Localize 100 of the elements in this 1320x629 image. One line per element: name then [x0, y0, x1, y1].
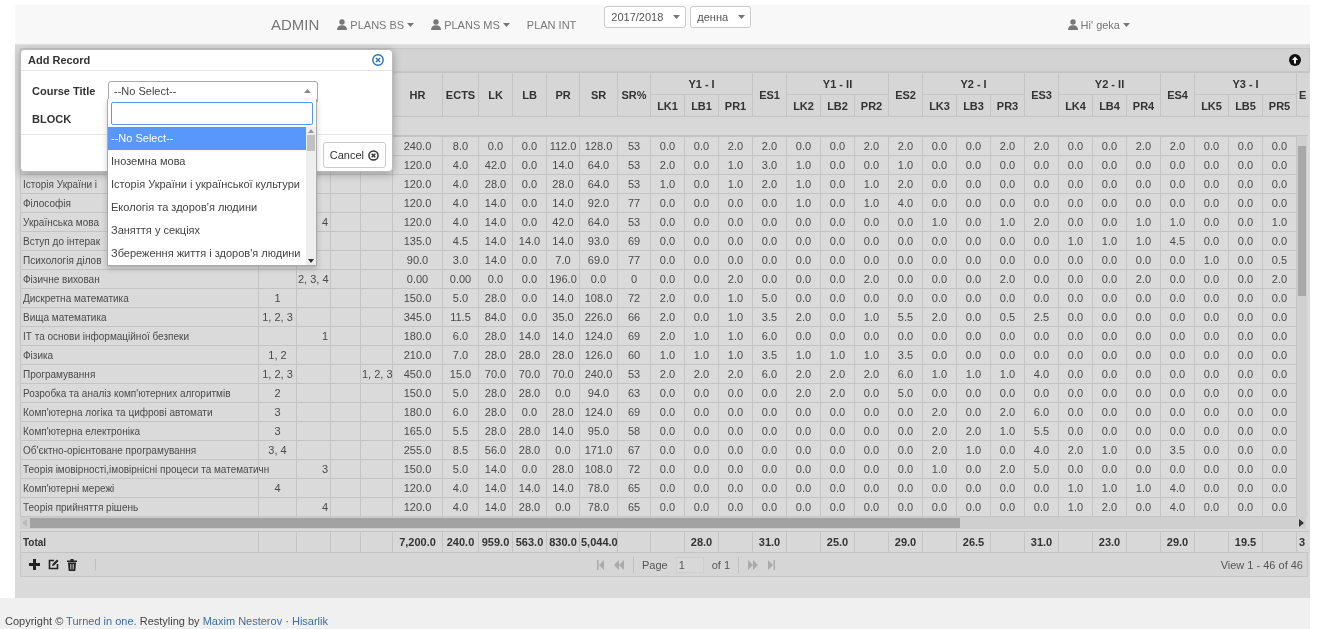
page-label: Page	[642, 558, 668, 571]
course-name: Об'єктно-орієнтоване програмування	[23, 444, 197, 456]
total-cell: 25.0	[826, 536, 849, 548]
table-cell: 4	[321, 216, 328, 228]
scroll-up-icon[interactable]	[308, 129, 314, 133]
vertical-scrollbar[interactable]	[306, 127, 316, 265]
scroll-down-icon[interactable]	[308, 259, 314, 263]
cancel-button[interactable]: Cancel	[322, 142, 386, 168]
table-cell: 2.0	[854, 136, 889, 156]
column-group-header: Y3 - I	[1194, 72, 1297, 95]
table-cell: 1, 2	[268, 349, 287, 361]
footer-link[interactable]: Maxim Nesterov	[202, 615, 283, 627]
column-header: ES2	[888, 72, 923, 117]
brand-link[interactable]: ADMIN	[271, 16, 320, 33]
table-cell: 3	[321, 463, 328, 475]
table-cell: 0.0	[684, 136, 719, 156]
footer-link[interactable]: Turned in one.	[66, 615, 137, 627]
total-cell: 959.0	[481, 536, 510, 548]
caret-icon	[738, 15, 746, 19]
next-page-icon[interactable]	[747, 559, 760, 570]
total-cell: 3	[1299, 536, 1306, 548]
column-group-header: Y1 - II	[786, 72, 889, 95]
previous-page-icon[interactable]	[613, 559, 625, 570]
table-cell: 2.0	[1160, 136, 1195, 156]
horizontal-scrollbar[interactable]	[20, 517, 1306, 529]
course-name: Філософія	[23, 197, 71, 209]
table-cell: 0.0	[512, 136, 547, 156]
table-cell: 2.0	[1126, 136, 1161, 156]
dialog-title: Add Record	[28, 54, 91, 66]
table-cell: 2.0	[888, 136, 923, 156]
total-cell: 240.0	[446, 536, 475, 548]
first-page-icon[interactable]	[596, 559, 605, 570]
table-cell: 2.0	[752, 136, 787, 156]
column-header: E	[1296, 72, 1309, 117]
total-cell: 19.5	[1234, 536, 1257, 548]
total-cell: 29.0	[1166, 536, 1189, 548]
course-name: Комп'ютерна електроніка	[23, 425, 141, 437]
course-name: Теорія імовірності,імовірнісні процеси та математичн	[23, 463, 270, 475]
table-cell: 0.0	[786, 136, 821, 156]
column-header: HR	[392, 72, 443, 117]
scroll-thumb[interactable]	[307, 135, 315, 151]
nav-menu[interactable]: PLANS MS	[431, 18, 510, 31]
course-name: Фізичне вихован	[23, 273, 100, 285]
nav-link[interactable]: PLAN INT	[526, 18, 577, 31]
record-count: View 1 - 46 of 46	[1220, 558, 1303, 571]
table-cell: 4	[274, 482, 281, 494]
table-cell: 1, 2, 3	[262, 368, 293, 380]
column-header: LB	[512, 72, 547, 117]
course-name: Програмування	[23, 368, 96, 380]
select-field[interactable]: денна	[690, 6, 752, 28]
table-cell: 2, 3, 4	[298, 273, 329, 285]
column-header: SR%	[617, 72, 651, 117]
footer-link[interactable]: Hisarlik	[291, 615, 328, 627]
caret-icon	[407, 22, 415, 27]
table-cell: 1, 2, 3	[262, 311, 293, 323]
caret-icon	[673, 15, 681, 19]
total-label: Total	[20, 531, 259, 553]
last-page-icon[interactable]	[767, 559, 777, 570]
scroll-thumb[interactable]	[1298, 146, 1306, 296]
total-cell: 31.0	[1030, 536, 1053, 548]
table-cell: 2.0	[990, 136, 1025, 156]
table-cell: 0.0	[1058, 136, 1093, 156]
search-field[interactable]	[111, 102, 313, 125]
nav-menu[interactable]: PLANS BS	[337, 18, 415, 31]
table-cell: 8.0	[442, 136, 479, 156]
trash-icon[interactable]	[67, 558, 77, 571]
total-cell: 23.0	[1098, 536, 1121, 548]
total-cell: 830.0	[549, 536, 577, 548]
table-cell: 4	[321, 501, 328, 513]
table-cell: 1, 2, 3	[362, 368, 393, 380]
vertical-scrollbar[interactable]	[1297, 136, 1307, 517]
dropdown-option[interactable]: --No Select--	[108, 127, 306, 150]
user-menu[interactable]: Hi' geka	[1067, 18, 1130, 31]
table-cell: 112.0	[546, 136, 580, 156]
course-name: Дискретна математика	[23, 292, 129, 304]
table-cell: 0.0	[1092, 136, 1127, 156]
table-cell: 128.0	[579, 136, 618, 156]
table-cell: 3, 4	[268, 444, 287, 456]
page-count: of 1	[711, 558, 731, 571]
add-icon[interactable]	[29, 559, 40, 570]
scroll-right-icon[interactable]	[1298, 519, 1304, 527]
close-icon[interactable]	[372, 54, 384, 66]
course-name: Комп'ютерна логіка та цифрові автомати	[23, 406, 213, 418]
column-group-header: Y2 - II	[1058, 72, 1161, 95]
course-name: Розробка та аналіз комп'ютерних алгоритмів	[23, 387, 231, 399]
table-cell: 3	[274, 406, 281, 418]
page-field[interactable]: 1	[675, 556, 704, 573]
close-icon	[368, 149, 379, 161]
scroll-thumb[interactable]	[30, 518, 960, 528]
dropdown-option[interactable]: Збереження життя і здоров'я людини	[108, 242, 306, 265]
total-cell: 5,044.0	[581, 536, 618, 548]
table-cell: 2.0	[1024, 136, 1059, 156]
field-label: Course Title	[32, 85, 97, 97]
table-cell: 0.0	[1228, 136, 1263, 156]
edit-icon[interactable]	[48, 559, 59, 570]
column-header: LK	[478, 72, 513, 117]
caret-icon	[304, 89, 311, 93]
collapse-icon[interactable]	[1289, 54, 1301, 66]
select-field[interactable]: 2017/2018	[604, 6, 687, 28]
column-header: ECTS	[442, 72, 479, 117]
